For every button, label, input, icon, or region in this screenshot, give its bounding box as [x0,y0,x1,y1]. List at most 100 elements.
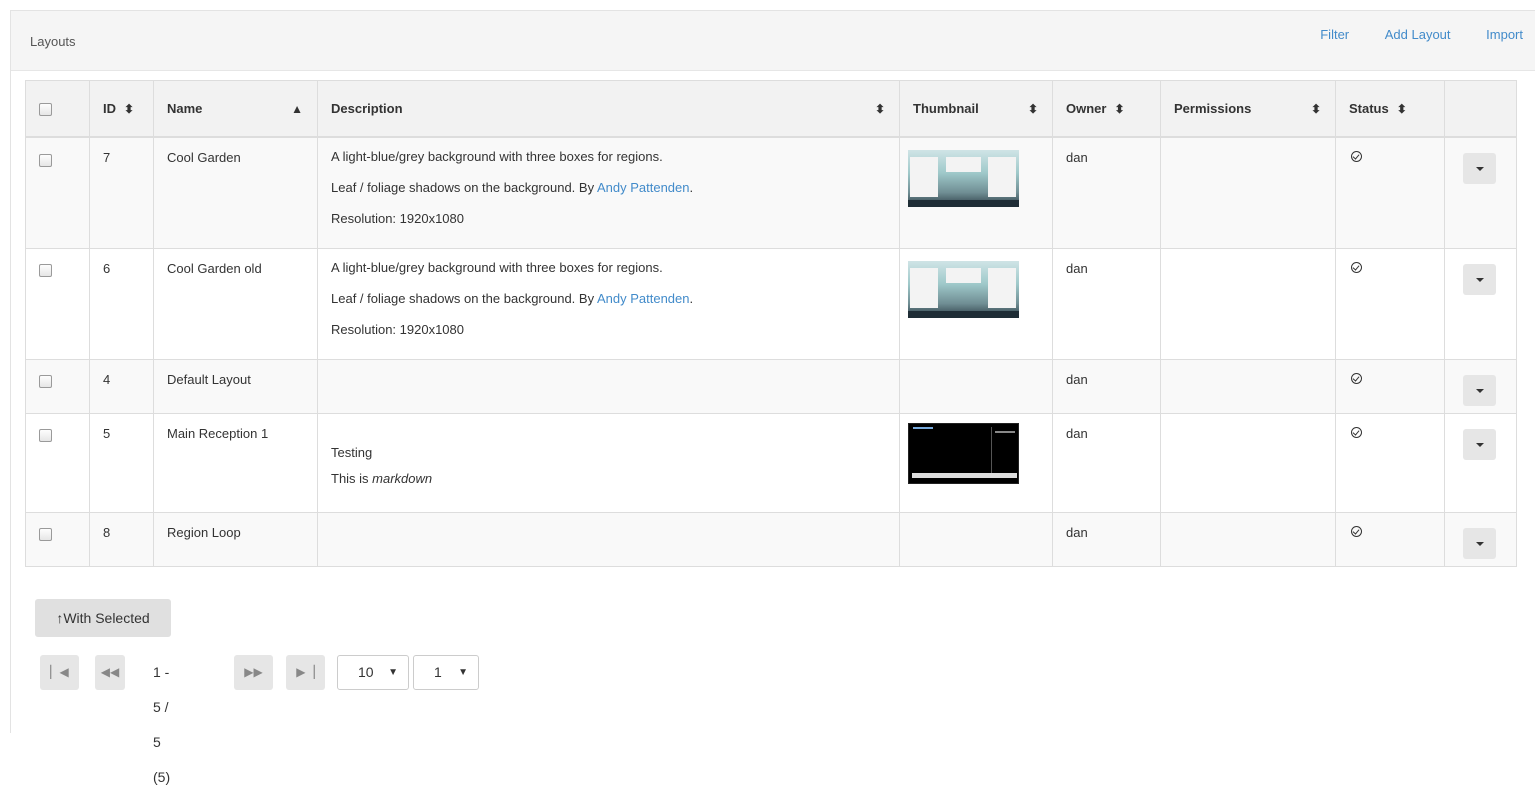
permissions-cell [1160,412,1336,513]
description-cell: A light-blue/grey background with three … [317,247,900,360]
row-checkbox[interactable] [39,528,52,542]
description-line: A light-blue/grey background with three … [331,149,663,164]
name-cell: Region Loop [153,511,318,567]
row-select-cell [25,511,90,567]
status-check-icon [1351,261,1362,273]
chevron-down-icon: ▼ [458,667,468,678]
next-page-icon[interactable]: ▶▶ [234,655,273,690]
description-cell: Testing This is markdown [317,412,900,513]
description-line: This is markdown [331,470,433,486]
status-cell [1335,247,1445,360]
table-row: 5 Main Reception 1 Testing This is markd… [25,412,1517,513]
permissions-cell [1160,358,1336,414]
row-select-cell [25,136,90,249]
filter-link[interactable]: Filter [1320,27,1349,42]
table-row: 4 Default Layout dan [25,358,1517,414]
thumbnail-cell [899,412,1053,513]
id-cell: 4 [89,358,154,414]
sort-icon: ⬍ [124,102,135,116]
owner-cell: dan [1052,412,1161,513]
row-checkbox[interactable] [39,264,52,278]
select-all-checkbox[interactable] [39,103,52,117]
first-page-icon[interactable]: ▏◀ [40,655,79,690]
actions-cell [1444,358,1517,414]
row-select-cell [25,358,90,414]
row-actions-dropdown-button[interactable] [1463,153,1496,184]
name-cell: Main Reception 1 [153,412,318,513]
id-cell: 7 [89,136,154,249]
layout-thumbnail[interactable] [908,150,1019,207]
last-page-icon[interactable]: ▶▕ [286,655,325,690]
name-cell: Cool Garden [153,136,318,249]
page-size-select[interactable]: 10 ▼ [337,655,409,690]
with-selected-button[interactable]: ↑With Selected [35,599,171,637]
status-cell [1335,412,1445,513]
sort-icon: ⬍ [874,101,885,116]
status-cell [1335,136,1445,249]
row-checkbox[interactable] [39,429,52,443]
description-cell: A light-blue/grey background with three … [317,136,900,249]
description-cell [317,358,900,414]
row-actions-dropdown-button[interactable] [1463,263,1496,295]
status-check-icon [1351,426,1362,438]
thumbnail-cell [899,136,1053,249]
name-cell: Default Layout [153,358,318,414]
column-header-thumbnail[interactable]: Thumbnail ⬍ [899,80,1053,138]
column-header-name[interactable]: Name ▲ [153,80,318,138]
row-select-cell [25,247,90,360]
description-cell [317,511,900,567]
status-cell [1335,358,1445,414]
status-check-icon [1351,372,1362,384]
column-header-description[interactable]: Description ⬍ [317,80,900,138]
permissions-cell [1160,511,1336,567]
table-row: 8 Region Loop dan [25,511,1517,567]
thumbnail-cell [899,247,1053,360]
description-line: Leaf / foliage shadows on the background… [331,290,694,306]
row-actions-dropdown-button[interactable] [1463,428,1496,460]
row-checkbox[interactable] [39,153,52,167]
layouts-table: ID ⬍ Name ▲ Description ⬍ Thumbnail ⬍ Owner ⬍… [25,80,1517,567]
actions-cell [1444,412,1517,513]
add-layout-link[interactable]: Add Layout [1385,27,1451,42]
import-link[interactable]: Import [1486,27,1523,42]
row-select-cell [25,412,90,513]
owner-cell: dan [1052,247,1161,360]
prev-page-icon[interactable]: ◀◀ [95,655,125,690]
id-cell: 5 [89,412,154,513]
id-cell: 6 [89,247,154,360]
actions-cell [1444,247,1517,360]
description-line: Testing [331,444,373,460]
author-link[interactable]: Andy Pattenden [597,291,690,306]
owner-cell: dan [1052,136,1161,249]
column-header-permissions[interactable]: Permissions ⬍ [1160,80,1336,138]
row-actions-dropdown-button[interactable] [1463,527,1496,559]
page-info: 1 - 5 / 5 (5) [153,664,171,785]
header-row: ID ⬍ Name ▲ Description ⬍ Thumbnail ⬍ Owner ⬍… [25,80,1517,138]
layout-thumbnail[interactable] [908,422,1019,484]
row-checkbox[interactable] [39,375,52,389]
permissions-cell [1160,247,1336,360]
select-all-header [25,80,90,138]
actions-cell [1444,136,1517,249]
column-header-status[interactable]: Status ⬍ [1335,80,1445,138]
layout-thumbnail[interactable] [908,260,1019,318]
column-header-owner[interactable]: Owner ⬍ [1052,80,1161,138]
id-cell: 8 [89,511,154,567]
author-link[interactable]: Andy Pattenden [597,180,690,195]
permissions-cell [1160,136,1336,249]
description-line: Leaf / foliage shadows on the background… [331,180,694,195]
header-links: Filter Add Layout Import [1288,27,1535,42]
description-line: A light-blue/grey background with three … [331,259,663,275]
sort-icon: ⬍ [1310,101,1321,116]
sort-icon: ⬍ [1114,102,1125,116]
status-check-icon [1351,525,1362,537]
owner-cell: dan [1052,358,1161,414]
sort-ascending-icon: ▲ [291,101,303,116]
status-cell [1335,511,1445,567]
table-row: 6 Cool Garden old A light-blue/grey back… [25,247,1517,360]
row-actions-dropdown-button[interactable] [1463,374,1496,406]
name-cell: Cool Garden old [153,247,318,360]
column-header-id[interactable]: ID ⬍ [89,80,154,138]
page-number-select[interactable]: 1 ▼ [413,655,479,690]
column-header-actions [1444,80,1517,138]
